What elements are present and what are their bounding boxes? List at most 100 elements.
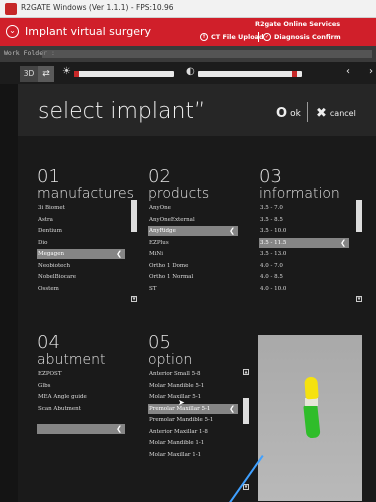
manufactures-scrollbar[interactable] [131,200,137,232]
scroll-down-icon[interactable]: ▼ [243,484,249,490]
list-item[interactable]: Molar Maxillar 5-1 [148,392,238,402]
online-services-label: R2gate Online Services [255,20,341,28]
list-item[interactable]: Astra [37,215,125,225]
section-number: 05 [148,332,171,353]
list-item[interactable]: Dentium [37,226,125,236]
manufactures-list[interactable]: 3i Biomet Astra Dentium Dio Megagen ❮ Neobiote… [37,203,125,303]
list-item[interactable]: Ortho 1 Normal [148,272,238,282]
diagnosis-confirm-button[interactable]: ✓ Diagnosis Confirm [263,31,341,43]
list-item[interactable]: Molar Maxillar 1-1 [148,450,238,460]
list-item[interactable]: 3i Biomet [37,203,125,213]
scroll-down-icon[interactable]: ▼ [356,296,362,302]
section-title: products [148,186,210,202]
section-option: 05 option [148,332,193,369]
ok-label: ok [290,109,301,119]
section-number: 03 [259,166,282,187]
implant-crown [304,376,319,400]
list-item[interactable]: AnyOneExternal [148,215,238,225]
window-titlebar: R2GATE Windows (Ver 1.1.1) - FPS:10.96 [0,0,376,18]
brightness-slider[interactable] [74,71,174,77]
information-list[interactable]: 3.5 - 7.0 3.5 - 8.5 3.5 - 10.0 3.5 - 11.5 ❮ 3… [259,203,349,303]
list-item[interactable]: MiNi [148,249,238,259]
chevron-left-icon: ❮ [116,250,122,258]
diagnosis-confirm-label: Diagnosis Confirm [274,33,341,41]
abutment-empty-selection[interactable]: ❮ [37,424,125,434]
view-toolbar: 3D ⇄ ☀ ◐ ‹ › [0,62,376,84]
list-item[interactable]: Dio [37,238,125,248]
dialog-title: select implant” [38,99,206,124]
list-item[interactable]: 4.0 - 10.0 [259,284,349,294]
section-information: 03 information [259,166,340,203]
list-item[interactable]: MEA Angle guide [37,392,125,402]
ok-circle-icon: O [276,106,288,121]
list-item[interactable]: EZPlus [148,238,238,248]
ct-upload-button[interactable]: ↑ CT File Upload [200,31,264,43]
list-item[interactable]: Glbs [37,381,125,391]
information-scrollbar[interactable] [356,200,362,232]
list-item[interactable]: ST [148,284,238,294]
list-item[interactable]: Molar Mandible 1-1 [148,438,238,448]
section-abutment: 04 abutment [37,332,105,369]
contrast-slider-handle[interactable] [291,71,297,77]
swap-view-icon[interactable]: ⇄ [38,66,54,82]
list-item[interactable]: EZPOST [37,369,125,379]
list-item[interactable]: AnyRidge ❮ [148,226,238,236]
cancel-button[interactable]: ✖ cancel [316,106,356,121]
section-manufactures: 01 manufactures [37,166,134,203]
list-item[interactable]: NobelBiocare [37,272,125,282]
products-list[interactable]: AnyOne AnyOneExternal AnyRidge ❮ EZPlus MiNi O… [148,203,238,303]
collapse-chevron-icon[interactable]: ⌄ [6,25,19,38]
list-item[interactable]: Ortho 1 Dome [148,261,238,271]
list-item[interactable]: Neobiotech [37,261,125,271]
dialog-header: select implant” Ook ✖ cancel [18,84,376,136]
list-item[interactable]: Anterior Maxillar 1-8 [148,427,238,437]
option-scrollbar[interactable] [243,398,249,424]
brightness-slider-fill [74,71,79,77]
header-button-divider [307,102,308,122]
list-item[interactable]: Anterior Small 5-8 [148,369,238,379]
abutment-list[interactable]: EZPOST Glbs MEA Angle guide Scan Abutment [37,369,125,449]
close-icon: ✖ [316,106,327,121]
list-item[interactable]: 3.5 - 10.0 [259,226,349,236]
work-folder-bar: Work Folder : [0,46,376,62]
header-divider [258,32,259,42]
chevron-left-icon: ❮ [229,404,235,413]
option-list[interactable]: Anterior Small 5-8 Molar Mandible 5-1 Mola… [148,369,238,469]
list-item[interactable]: Premolar Mandible 5-1 [148,415,238,425]
list-item[interactable]: Premolar Maxillar 5-1 ❮ [148,403,238,414]
list-item[interactable]: Megagen ❮ [37,249,125,259]
app-header-bar: ⌄ Implant virtual surgery R2gate Online … [0,18,376,46]
section-number: 01 [37,166,60,187]
list-item[interactable]: Molar Mandible 5-1 [148,381,238,391]
cancel-label: cancel [329,109,356,118]
window-title: R2GATE Windows (Ver 1.1.1) - FPS:10.96 [21,3,174,12]
scroll-down-icon[interactable]: ▼ [131,296,137,302]
tab-3d[interactable]: 3D [20,66,38,82]
chevron-left-icon: ❮ [340,238,346,247]
section-title: option [148,352,193,368]
list-item[interactable]: Scan Abutment [37,404,125,414]
section-products: 02 products [148,166,210,203]
brightness-icon: ☀ [62,66,71,77]
list-item[interactable]: 3.5 - 8.5 [259,215,349,225]
ok-button[interactable]: Ook [276,106,301,121]
contrast-slider[interactable] [198,71,302,77]
list-item[interactable]: Osstem [37,284,125,294]
chevron-left-icon: ❮ [229,227,235,235]
list-item[interactable]: 3.5 - 13.0 [259,249,349,259]
list-item[interactable]: 4.0 - 7.0 [259,261,349,271]
list-item[interactable]: 3.5 - 7.0 [259,203,349,213]
section-title: information [259,186,340,202]
list-item[interactable]: 3.5 - 11.5 ❮ [259,237,349,248]
app-logo-icon [5,3,17,15]
work-folder-path [42,50,372,58]
collapse-left-icon[interactable]: ‹ [346,66,350,77]
mouse-cursor-icon: ➤ [178,398,185,407]
section-number: 04 [37,332,60,353]
list-item[interactable]: 4.0 - 8.5 [259,272,349,282]
scroll-up-icon[interactable]: ▲ [243,369,249,375]
section-number: 02 [148,166,171,187]
chevron-left-icon: ❮ [116,425,122,433]
collapse-right-icon[interactable]: › [369,66,373,77]
list-item[interactable]: AnyOne [148,203,238,213]
